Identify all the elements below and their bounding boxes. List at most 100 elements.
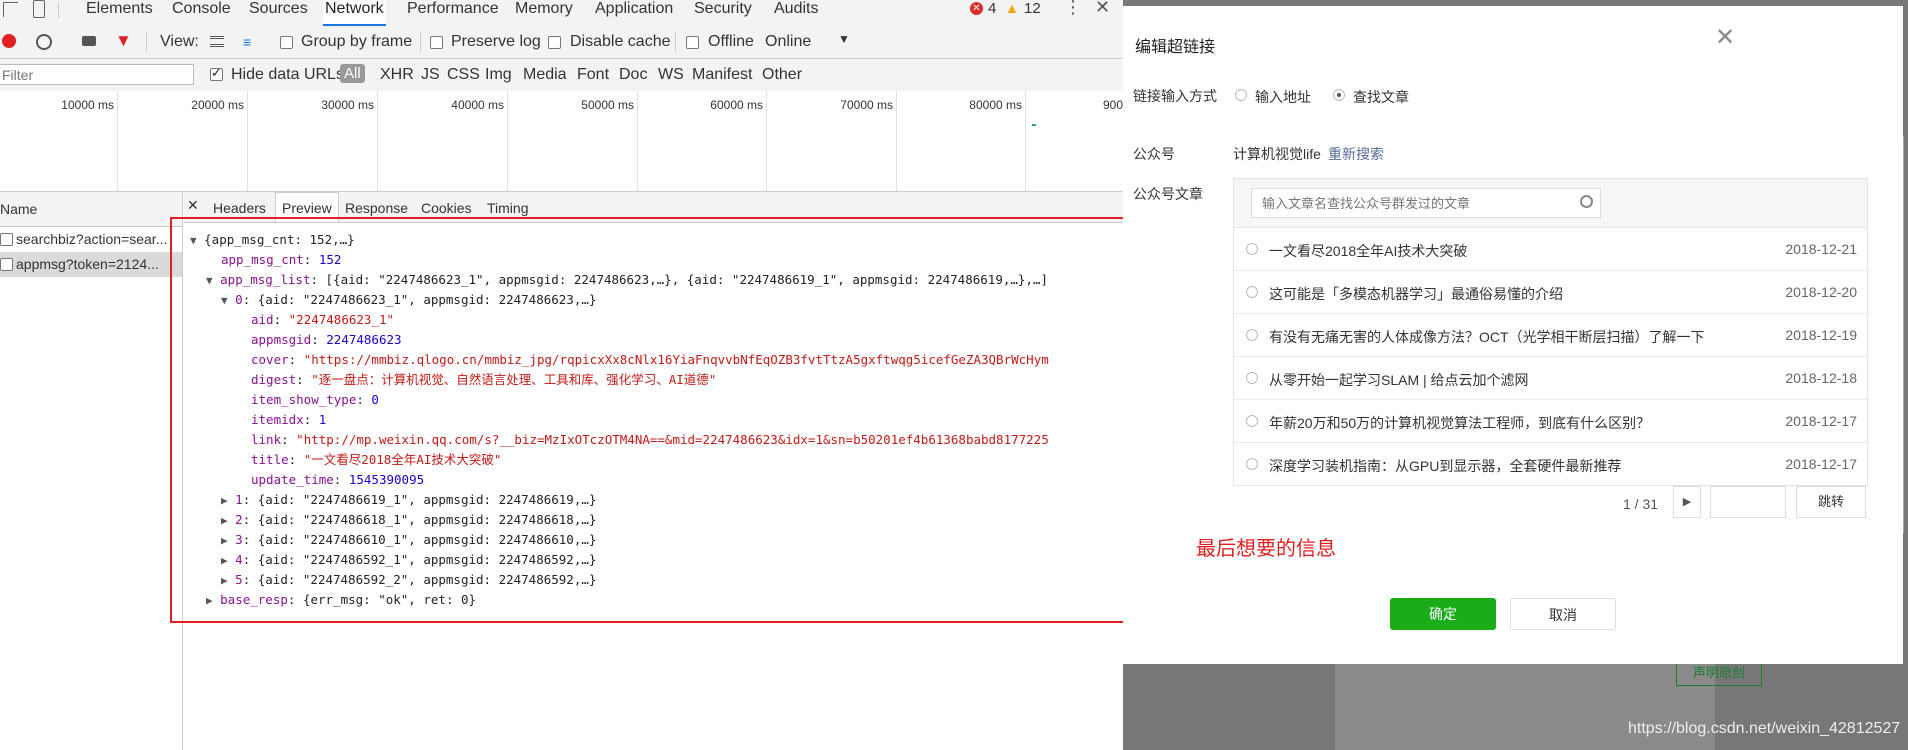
warning-icon[interactable]: ▲	[1005, 0, 1019, 16]
mode-search-radio[interactable]	[1333, 89, 1345, 101]
cancel-button[interactable]: 取消	[1510, 598, 1616, 630]
tab-elements[interactable]: Elements	[84, 0, 155, 26]
record-icon[interactable]	[2, 34, 16, 48]
list-view-icon[interactable]	[210, 36, 224, 47]
offline-label: Offline	[708, 33, 754, 50]
article-radio[interactable]	[1246, 372, 1258, 384]
tab-console[interactable]: Console	[170, 0, 233, 26]
link-input-mode-label: 链接输入方式	[1133, 88, 1217, 104]
request-row-selected[interactable]: appmsg?token=2124...	[0, 252, 182, 277]
article-radio[interactable]	[1246, 458, 1258, 470]
timeline-gridline	[377, 91, 378, 191]
timeline-tick-label: 10000 ms	[61, 98, 114, 112]
close-icon[interactable]: ✕	[1715, 26, 1735, 50]
network-toolbar: ▼ View: ≡ Group by frame Preserve log Di…	[0, 26, 1123, 59]
article-title: 深度学习装机指南：从GPU到显示器，全套硬件最新推荐	[1269, 458, 1622, 474]
tab-network[interactable]: Network	[323, 0, 386, 26]
filter-type-js[interactable]: JS	[421, 66, 440, 84]
timeline-gridline	[637, 91, 638, 191]
filter-type-manifest[interactable]: Manifest	[692, 66, 752, 84]
timeline-gridline	[247, 91, 248, 191]
request-row[interactable]: searchbiz?action=sear...	[0, 227, 182, 252]
inspect-icon[interactable]	[3, 2, 18, 17]
group-by-frame-checkbox[interactable]	[280, 36, 293, 49]
tab-response[interactable]: Response	[345, 200, 408, 216]
search-icon[interactable]	[1580, 195, 1593, 208]
tab-headers[interactable]: Headers	[213, 200, 266, 216]
close-devtools-icon[interactable]: ✕	[1095, 0, 1110, 18]
error-count: 4	[988, 0, 997, 17]
filter-type-xhr[interactable]: XHR	[380, 66, 414, 84]
mode-address-label[interactable]: 输入地址	[1255, 87, 1311, 107]
waterfall-view-icon[interactable]: ≡	[243, 34, 251, 50]
error-icon[interactable]: ✕	[970, 2, 983, 15]
screenshot-camera-icon[interactable]	[82, 36, 96, 46]
timeline-gridline	[507, 91, 508, 191]
mode-search-label[interactable]: 查找文章	[1353, 87, 1409, 107]
page-jump-input[interactable]	[1710, 486, 1786, 518]
name-column-header[interactable]: Name	[0, 201, 37, 217]
filter-type-doc[interactable]: Doc	[619, 66, 647, 84]
offline-checkbox[interactable]	[686, 36, 699, 49]
more-options-icon[interactable]: ⋮	[1064, 0, 1082, 18]
network-timeline-overview[interactable]: 10000 ms 20000 ms 30000 ms 40000 ms 5000…	[0, 91, 1123, 192]
chevron-down-icon[interactable]: ▼	[838, 32, 850, 46]
filter-type-all[interactable]: All	[340, 64, 365, 83]
close-detail-icon[interactable]: ✕	[187, 197, 199, 214]
divider	[146, 32, 147, 52]
filter-icon[interactable]: ▼	[115, 31, 132, 51]
article-row[interactable]: 从零开始一起学习SLAM | 给点云加个滤网 2018-12-18	[1234, 357, 1869, 400]
article-row[interactable]: 深度学习装机指南：从GPU到显示器，全套硬件最新推荐 2018-12-17	[1234, 443, 1869, 485]
article-row[interactable]: 有没有无痛无害的人体成像方法？OCT（光学相干断层扫描）了解一下 2018-12…	[1234, 314, 1869, 357]
tab-audits[interactable]: Audits	[772, 0, 820, 26]
article-date: 2018-12-17	[1785, 413, 1857, 429]
divider	[58, 2, 59, 18]
filter-type-ws[interactable]: WS	[658, 66, 684, 84]
request-list-header[interactable]: Name	[0, 192, 182, 227]
tab-application[interactable]: Application	[593, 0, 675, 26]
pager-text: 1 / 31	[1623, 496, 1659, 512]
tab-cookies[interactable]: Cookies	[421, 200, 472, 216]
timeline-tick-label: 70000 ms	[840, 98, 893, 112]
article-radio[interactable]	[1246, 243, 1258, 255]
next-page-button[interactable]: ▶	[1673, 486, 1701, 518]
article-title: 从零开始一起学习SLAM | 给点云加个滤网	[1269, 372, 1529, 388]
article-row[interactable]: 一文看尽2018全年AI技术大突破 2018-12-21	[1234, 228, 1869, 271]
filter-type-css[interactable]: CSS	[447, 66, 480, 84]
research-link[interactable]: 重新搜索	[1328, 144, 1384, 164]
throttle-select[interactable]: Online	[765, 33, 811, 51]
confirm-button[interactable]: 确定	[1390, 598, 1496, 630]
timeline-tick-label: 50000 ms	[581, 98, 634, 112]
filter-type-font[interactable]: Font	[577, 66, 609, 84]
article-radio[interactable]	[1246, 329, 1258, 341]
hide-data-urls-checkbox[interactable]	[210, 65, 223, 81]
tab-performance[interactable]: Performance	[405, 0, 501, 26]
article-row[interactable]: 这可能是「多模态机器学习」最通俗易懂的介绍 2018-12-20	[1234, 271, 1869, 314]
article-search-area	[1233, 178, 1868, 228]
preserve-log-checkbox[interactable]	[430, 36, 443, 49]
article-row[interactable]: 年薪20万和50万的计算机视觉算法工程师，到底有什么区别？ 2018-12-17	[1234, 400, 1869, 443]
article-search-input[interactable]	[1251, 188, 1601, 218]
filter-type-other[interactable]: Other	[762, 66, 802, 84]
devtools-tab-bar: Elements Console Sources Network Perform…	[0, 0, 1123, 27]
tab-security[interactable]: Security	[692, 0, 754, 26]
account-label: 公众号	[1133, 146, 1175, 162]
tab-timing[interactable]: Timing	[487, 200, 529, 216]
preserve-log-label: Preserve log	[451, 33, 541, 50]
tab-memory[interactable]: Memory	[513, 0, 575, 26]
article-radio[interactable]	[1246, 286, 1258, 298]
mode-address-radio[interactable]	[1235, 89, 1247, 101]
timeline-tick-label: 20000 ms	[191, 98, 244, 112]
disable-cache-checkbox[interactable]	[548, 36, 561, 49]
device-toggle-icon[interactable]	[33, 0, 45, 18]
timeline-gridline	[766, 91, 767, 191]
clear-icon[interactable]	[36, 34, 52, 50]
filter-type-media[interactable]: Media	[523, 66, 567, 84]
article-date: 2018-12-19	[1785, 327, 1857, 343]
filter-input[interactable]	[0, 64, 194, 85]
article-radio[interactable]	[1246, 415, 1258, 427]
filter-type-img[interactable]: Img	[485, 66, 512, 84]
tab-sources[interactable]: Sources	[247, 0, 310, 26]
jump-button[interactable]: 跳转	[1796, 486, 1866, 518]
request-list: Name searchbiz?action=sear... appmsg?tok…	[0, 192, 183, 750]
